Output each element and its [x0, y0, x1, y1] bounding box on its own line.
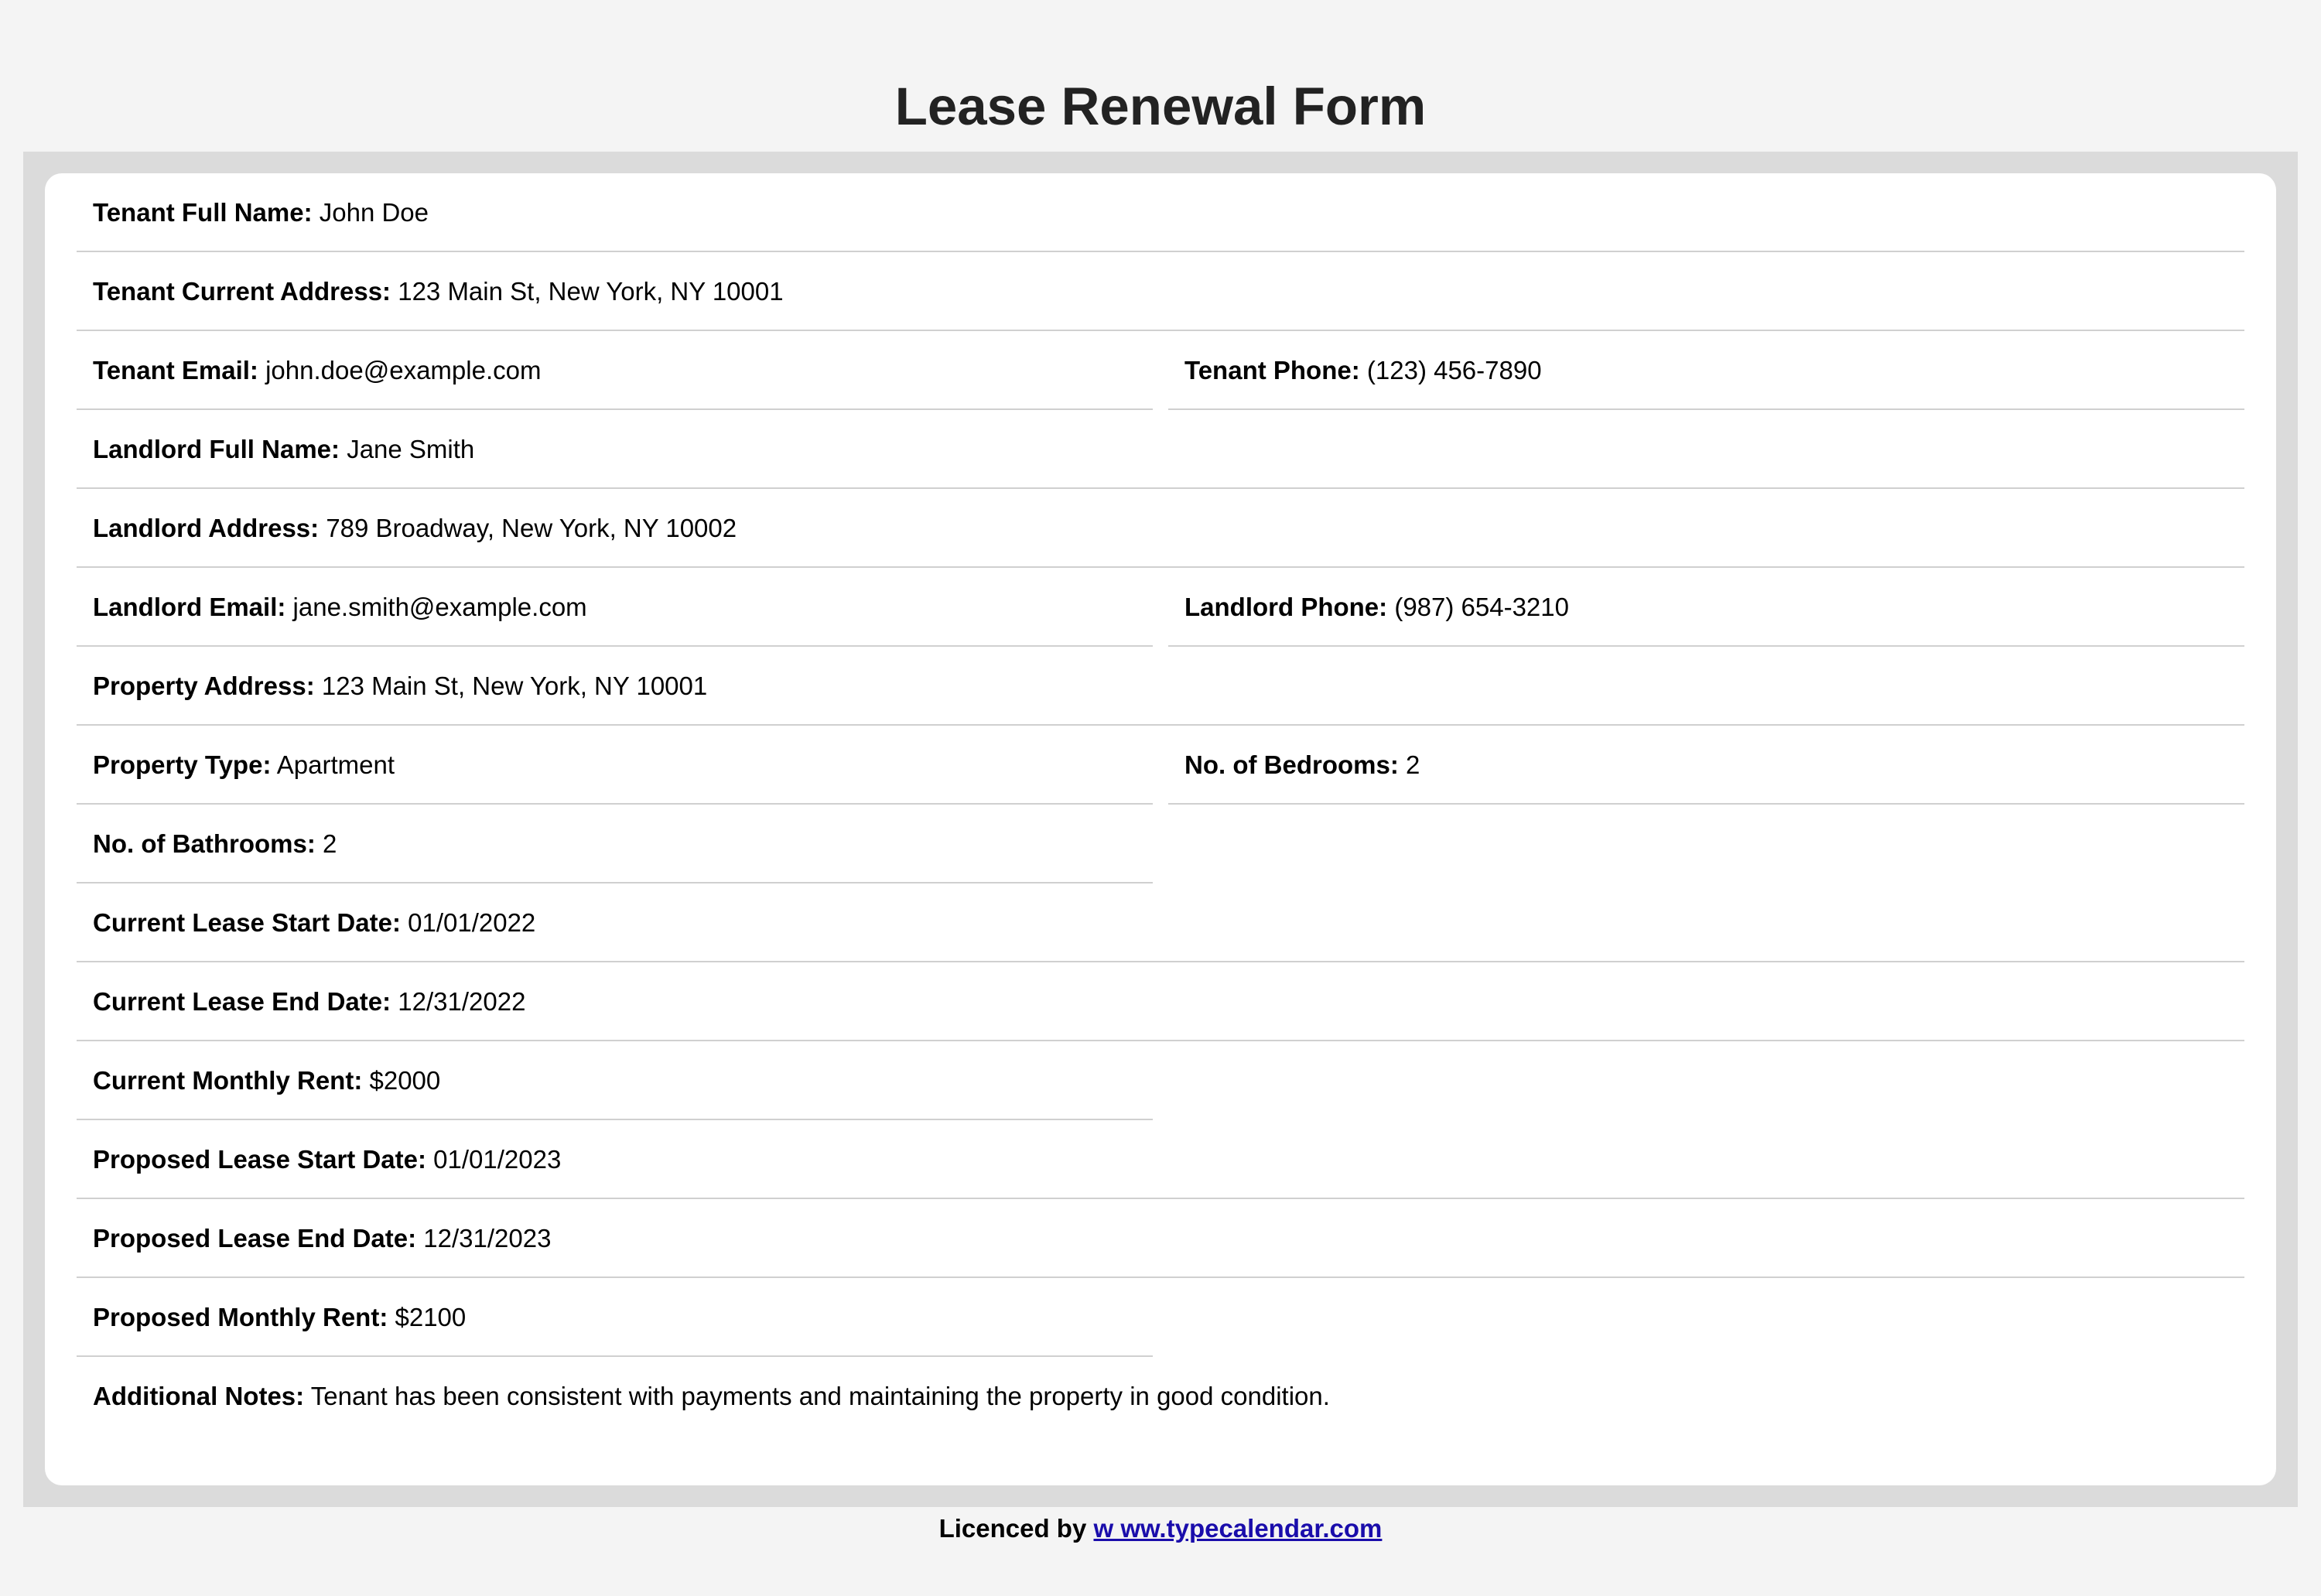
- field-label: Current Lease End Date:: [93, 987, 391, 1016]
- tenant-email-value: john.doe@example.com: [265, 356, 542, 384]
- field-label: Landlord Phone:: [1184, 593, 1388, 621]
- field-row-property-address: Property Address: 123 Main St, New York,…: [77, 647, 2244, 726]
- field-row-tenant-email: Tenant Email: john.doe@example.com: [77, 331, 1153, 410]
- field-row-current-rent: Current Monthly Rent: $2000: [77, 1041, 1153, 1120]
- proposed-start-value: 01/01/2023: [433, 1145, 562, 1174]
- field-row-proposed-end: Proposed Lease End Date: 12/31/2023: [77, 1199, 2244, 1278]
- field-row-current-end: Current Lease End Date: 12/31/2022: [77, 962, 2244, 1041]
- field-label: No. of Bathrooms:: [93, 829, 316, 858]
- tenant-phone-value: (123) 456-7890: [1366, 356, 1542, 384]
- field-row-current-start: Current Lease Start Date: 01/01/2022: [77, 883, 2244, 962]
- field-label: Tenant Email:: [93, 356, 258, 384]
- field-row-landlord-address: Landlord Address: 789 Broadway, New York…: [77, 489, 2244, 568]
- notes-value: Tenant has been consistent with payments…: [310, 1382, 1330, 1410]
- current-end-value: 12/31/2022: [398, 987, 526, 1016]
- field-row-bathrooms: No. of Bathrooms: 2: [77, 805, 1153, 883]
- current-rent-value: $2000: [369, 1066, 441, 1095]
- field-row-property-type: Property Type: Apartment: [77, 726, 1153, 805]
- current-start-value: 01/01/2022: [408, 908, 536, 937]
- field-row-proposed-rent: Proposed Monthly Rent: $2100: [77, 1278, 1153, 1357]
- property-address-value: 123 Main St, New York, NY 10001: [321, 672, 708, 700]
- footer-prefix: Licenced by: [938, 1514, 1087, 1543]
- landlord-email-value: jane.smith@example.com: [292, 593, 587, 621]
- field-row-bedrooms: No. of Bedrooms: 2: [1168, 726, 2244, 805]
- field-label: Landlord Full Name:: [93, 435, 340, 463]
- landlord-phone-value: (987) 654-3210: [1394, 593, 1569, 621]
- bedrooms-value: 2: [1406, 750, 1420, 779]
- landlord-address-value: 789 Broadway, New York, NY 10002: [326, 514, 737, 542]
- form-card: Tenant Full Name: John Doe Tenant Curren…: [45, 173, 2276, 1485]
- property-type-value: Apartment: [276, 750, 395, 779]
- field-label: Landlord Address:: [93, 514, 320, 542]
- bathrooms-value: 2: [323, 829, 337, 858]
- field-label: Landlord Email:: [93, 593, 286, 621]
- page-title: Lease Renewal Form: [894, 77, 1427, 136]
- field-label: Proposed Lease End Date:: [93, 1224, 417, 1253]
- tenant-address-value: 123 Main St, New York, NY 10001: [398, 277, 784, 306]
- field-row-tenant-name: Tenant Full Name: John Doe: [77, 173, 2244, 252]
- tenant-name-value: John Doe: [319, 198, 429, 227]
- field-label: Tenant Full Name:: [93, 198, 313, 227]
- landlord-name-value: Jane Smith: [347, 435, 475, 463]
- field-row-tenant-address: Tenant Current Address: 123 Main St, New…: [77, 252, 2244, 331]
- field-label: Tenant Phone:: [1184, 356, 1360, 384]
- proposed-rent-value: $2100: [395, 1303, 467, 1331]
- proposed-end-value: 12/31/2023: [423, 1224, 552, 1253]
- field-row-landlord-name: Landlord Full Name: Jane Smith: [77, 410, 2244, 489]
- form-frame: Tenant Full Name: John Doe Tenant Curren…: [23, 152, 2298, 1507]
- field-label: Proposed Monthly Rent:: [93, 1303, 388, 1331]
- field-label: Current Monthly Rent:: [93, 1066, 363, 1095]
- field-row-notes: Additional Notes: Tenant has been consis…: [77, 1357, 2244, 1436]
- field-label: Current Lease Start Date:: [93, 908, 401, 937]
- field-label: Property Address:: [93, 672, 315, 700]
- footer-link[interactable]: w ww.typecalendar.com: [1093, 1514, 1382, 1543]
- field-label: No. of Bedrooms:: [1184, 750, 1399, 779]
- field-label: Property Type:: [93, 750, 272, 779]
- field-row-tenant-phone: Tenant Phone: (123) 456-7890: [1168, 331, 2244, 410]
- footer: Licenced by w ww.typecalendar.com: [0, 1513, 2321, 1544]
- field-row-landlord-email: Landlord Email: jane.smith@example.com: [77, 568, 1153, 647]
- field-row-proposed-start: Proposed Lease Start Date: 01/01/2023: [77, 1120, 2244, 1199]
- field-label: Additional Notes:: [93, 1382, 305, 1410]
- field-row-landlord-phone: Landlord Phone: (987) 654-3210: [1168, 568, 2244, 647]
- field-label: Proposed Lease Start Date:: [93, 1145, 426, 1174]
- field-label: Tenant Current Address:: [93, 277, 391, 306]
